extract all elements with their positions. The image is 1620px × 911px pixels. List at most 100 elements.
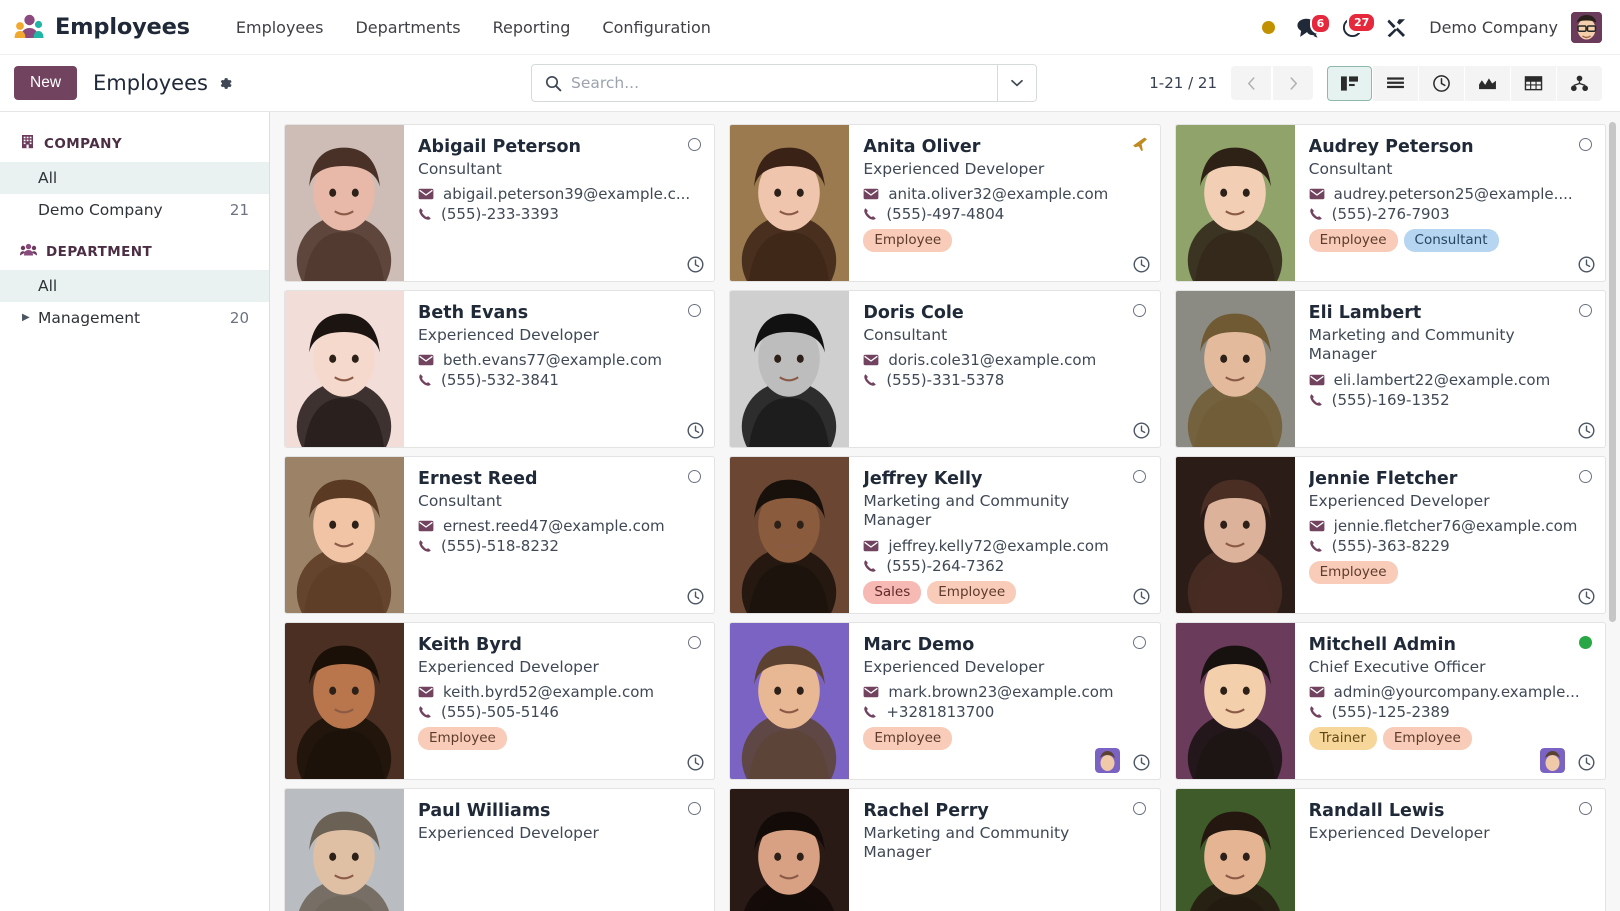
menu-item-configuration[interactable]: Configuration (586, 12, 727, 43)
tag-employee[interactable]: Employee (863, 727, 952, 750)
employee-card[interactable]: Marc Demo Experienced Developer mark.bro… (729, 622, 1160, 780)
status-badge-away-plane[interactable] (1132, 136, 1148, 152)
status-badge-circle[interactable] (1132, 302, 1148, 318)
employee-phone[interactable]: (555)-276-7903 (1309, 205, 1591, 223)
employee-email[interactable]: audrey.peterson25@example.... (1309, 185, 1591, 203)
employee-email[interactable]: doris.cole31@example.com (863, 351, 1145, 369)
menu-item-reporting[interactable]: Reporting (477, 12, 587, 43)
employee-email[interactable]: beth.evans77@example.com (418, 351, 700, 369)
kanban-scrollbar-thumb[interactable] (1609, 122, 1616, 622)
tag-employee[interactable]: Employee (1309, 561, 1398, 584)
employee-card[interactable]: Paul Williams Experienced Developer (284, 788, 715, 911)
chevron-right-icon[interactable] (1273, 66, 1313, 100)
user-avatar[interactable] (1571, 12, 1602, 43)
employee-card[interactable]: Beth Evans Experienced Developer beth.ev… (284, 290, 715, 448)
graph-view-icon[interactable] (1465, 66, 1510, 101)
employee-phone[interactable]: (555)-505-5146 (418, 703, 700, 721)
pager-counter[interactable]: 1-21 / 21 (1149, 74, 1217, 92)
employee-card[interactable]: Jennie Fletcher Experienced Developer je… (1175, 456, 1606, 614)
employee-card[interactable]: Abigail Peterson Consultant abigail.pete… (284, 124, 715, 282)
status-badge-circle[interactable] (1132, 800, 1148, 816)
employee-phone[interactable]: (555)-233-3393 (418, 205, 700, 223)
status-badge-circle[interactable] (686, 800, 702, 816)
chevron-left-icon[interactable] (1231, 66, 1271, 100)
employee-phone[interactable]: (555)-125-2389 (1309, 703, 1591, 721)
employee-email[interactable]: mark.brown23@example.com (863, 683, 1145, 701)
employee-card[interactable]: Audrey Peterson Consultant audrey.peters… (1175, 124, 1606, 282)
status-badge-circle[interactable] (686, 468, 702, 484)
employee-email[interactable]: anita.oliver32@example.com (863, 185, 1145, 203)
activity-view-icon[interactable] (1419, 66, 1464, 101)
menu-item-employees[interactable]: Employees (220, 12, 340, 43)
sidebar-item-management[interactable]: ▶ Management 20 (0, 302, 269, 334)
company-switcher[interactable]: Demo Company (1419, 18, 1571, 37)
employee-phone[interactable]: (555)-518-8232 (418, 537, 700, 555)
employee-card[interactable]: Keith Byrd Experienced Developer keith.b… (284, 622, 715, 780)
status-badge-circle[interactable] (1132, 634, 1148, 650)
employee-card[interactable]: Eli Lambert Marketing and Community Mana… (1175, 290, 1606, 448)
status-badge-circle[interactable] (686, 634, 702, 650)
activity-clock-icon[interactable] (687, 754, 704, 771)
employee-card[interactable]: Rachel Perry Marketing and Community Man… (729, 788, 1160, 911)
employee-phone[interactable]: (555)-331-5378 (863, 371, 1145, 389)
employee-email[interactable]: keith.byrd52@example.com (418, 683, 700, 701)
employee-card[interactable]: Randall Lewis Experienced Developer (1175, 788, 1606, 911)
activity-clock-icon[interactable] (687, 588, 704, 605)
employee-card[interactable]: Mitchell Admin Chief Executive Officer a… (1175, 622, 1606, 780)
kanban-view[interactable]: Abigail Peterson Consultant abigail.pete… (270, 112, 1620, 911)
activity-clock-icon[interactable] (687, 256, 704, 273)
activity-clock-icon[interactable] (1133, 422, 1150, 439)
kanban-scrollbar[interactable] (1610, 116, 1618, 907)
gear-icon[interactable] (218, 76, 233, 91)
employee-phone[interactable]: (555)-497-4804 (863, 205, 1145, 223)
status-badge-circle[interactable] (1577, 136, 1593, 152)
messages-icon[interactable]: 6 (1286, 7, 1331, 47)
manager-avatar[interactable] (1540, 748, 1565, 773)
search-input[interactable] (571, 65, 997, 101)
employee-email[interactable]: admin@yourcompany.example... (1309, 683, 1591, 701)
employee-email[interactable]: eli.lambert22@example.com (1309, 371, 1591, 389)
employee-phone[interactable]: +3281813700 (863, 703, 1145, 721)
status-badge-online[interactable] (1577, 634, 1593, 650)
activity-clock-icon[interactable] (1133, 754, 1150, 771)
activity-clock-icon[interactable] (1133, 588, 1150, 605)
list-view-icon[interactable] (1373, 66, 1418, 101)
employee-card[interactable]: Ernest Reed Consultant ernest.reed47@exa… (284, 456, 715, 614)
sidebar-item-demo-company[interactable]: Demo Company 21 (0, 194, 269, 226)
tag-employee[interactable]: Employee (418, 727, 507, 750)
status-badge-circle[interactable] (1577, 800, 1593, 816)
sidebar-item-department-all[interactable]: All (0, 270, 269, 302)
tag-employee[interactable]: Employee (1383, 727, 1472, 750)
employee-phone[interactable]: (555)-363-8229 (1309, 537, 1591, 555)
employee-email[interactable]: jeffrey.kelly72@example.com (863, 537, 1145, 555)
chevron-right-icon[interactable]: ▶ (22, 313, 30, 323)
pivot-view-icon[interactable] (1511, 66, 1556, 101)
employee-card[interactable]: Jeffrey Kelly Marketing and Community Ma… (729, 456, 1160, 614)
activity-clock-icon[interactable] (1578, 256, 1595, 273)
employee-email[interactable]: ernest.reed47@example.com (418, 517, 700, 535)
status-badge-circle[interactable] (686, 136, 702, 152)
employee-card[interactable]: Doris Cole Consultant doris.cole31@examp… (729, 290, 1160, 448)
activity-clock-icon[interactable] (1133, 256, 1150, 273)
activity-clock-icon[interactable] (687, 422, 704, 439)
sidebar-item-company-all[interactable]: All (0, 162, 269, 194)
org-chart-view-icon[interactable] (1557, 66, 1602, 101)
tag-employee[interactable]: Employee (927, 581, 1016, 604)
activity-clock-icon[interactable] (1578, 754, 1595, 771)
tag-trainer[interactable]: Trainer (1309, 727, 1377, 750)
employee-card[interactable]: Anita Oliver Experienced Developer anita… (729, 124, 1160, 282)
status-badge-circle[interactable] (686, 302, 702, 318)
presence-dot-icon[interactable] (1251, 7, 1286, 47)
tag-sales[interactable]: Sales (863, 581, 921, 604)
tag-employee[interactable]: Employee (863, 229, 952, 252)
employee-phone[interactable]: (555)-264-7362 (863, 557, 1145, 575)
activity-clock-icon[interactable] (1578, 422, 1595, 439)
chevron-down-icon[interactable] (997, 65, 1036, 101)
tag-consultant[interactable]: Consultant (1404, 229, 1499, 252)
activities-clock-icon[interactable]: 27 (1331, 7, 1375, 47)
status-badge-circle[interactable] (1132, 468, 1148, 484)
employee-phone[interactable]: (555)-532-3841 (418, 371, 700, 389)
status-badge-circle[interactable] (1577, 468, 1593, 484)
kanban-view-icon[interactable] (1327, 66, 1372, 101)
developer-tools-icon[interactable] (1375, 7, 1419, 47)
